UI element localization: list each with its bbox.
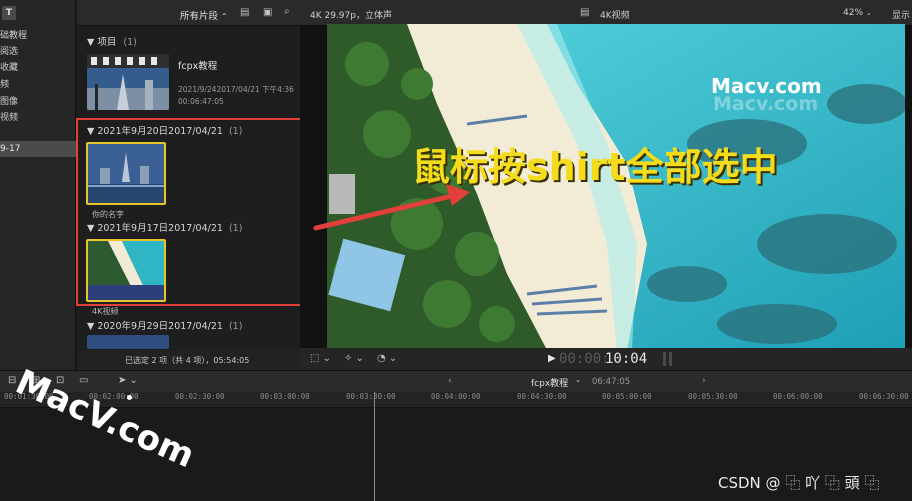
- viewer-clip-name: 4K视频: [600, 11, 630, 21]
- project-name[interactable]: fcpx教程: [178, 58, 217, 72]
- project-date: 2021/9/242017/04/21 下午4:36: [178, 85, 294, 94]
- viewer-controls: ⬚ ⌄ ✧ ⌄ ◔ ⌄ ▶ 00:00: 10:04: [300, 348, 912, 370]
- group-header-event-3[interactable]: ▼ 2020年9月29日2017/04/21 (1): [87, 318, 242, 332]
- ruler-tick-label: 00:04:30:00: [517, 392, 567, 401]
- credit-text: CSDN @ ⿻ 吖 ⿻ 頭 ⿻: [718, 474, 880, 492]
- clip-filter-label: 所有片段: [180, 11, 219, 22]
- ruler-tick-label: 00:03:00:00: [260, 392, 310, 401]
- timeline-project-name[interactable]: fcpx教程: [531, 376, 568, 389]
- transform-tool-icon[interactable]: ⬚ ⌄: [310, 353, 331, 364]
- sidebar-item-0[interactable]: 础教程: [0, 28, 27, 41]
- project-thumbnail[interactable]: [87, 54, 169, 110]
- annotation-arrow: [313, 184, 470, 231]
- browser-toolbar: 所有片段 ⌃ ▤ ▣ ⌕: [77, 0, 300, 26]
- group-count: (1): [123, 37, 137, 48]
- ruler-tick-label: 00:06:00:00: [773, 392, 823, 401]
- group-count: (1): [228, 321, 243, 332]
- display-menu[interactable]: 显示: [892, 8, 910, 21]
- sidebar-item-2[interactable]: 收藏: [0, 60, 18, 73]
- overwrite-clip-icon[interactable]: ▭: [79, 375, 88, 386]
- chevron-down-icon[interactable]: ⌄: [575, 376, 581, 384]
- sidebar-item-4[interactable]: 图像: [0, 94, 18, 107]
- clip-label-2[interactable]: 4K视频: [92, 306, 118, 317]
- timecode-prefix: 00:00:: [559, 351, 610, 367]
- watermark-top: Macv.com: [711, 74, 822, 98]
- timeline-ruler[interactable]: 00:01:30:00 00:02:00:00 00:02:30:00 00:0…: [0, 392, 912, 408]
- audio-meter-right: [669, 352, 672, 366]
- clip-filter-dropdown[interactable]: 所有片段 ⌃: [180, 8, 228, 22]
- library-icon[interactable]: T: [2, 6, 16, 20]
- browser-status-bar: 已选定 2 项（共 4 项），05:54:05: [77, 350, 300, 370]
- search-icon[interactable]: ⌕: [284, 6, 290, 17]
- timeline-toolbar: ⊟ ⊞ ⊡ ▭ ➤ ⌄ ‹ fcpx教程 ⌄ 06:47:05 ›: [0, 370, 912, 392]
- sidebar-item-selected[interactable]: 9-17: [0, 141, 76, 157]
- clip-thumbnail-3[interactable]: [87, 335, 169, 349]
- ruler-tick-label: 00:04:00:00: [431, 392, 481, 401]
- sidebar-item-3[interactable]: 频: [0, 77, 9, 90]
- select-tool-icon[interactable]: ➤ ⌄: [118, 375, 138, 386]
- project-thumbnail-image: [87, 54, 169, 110]
- timeline-duration: 06:47:05: [592, 377, 631, 387]
- play-icon[interactable]: ▶: [548, 353, 556, 364]
- zoom-value: 42%: [843, 8, 864, 18]
- disclosure-triangle-icon: ▼: [87, 37, 95, 48]
- chevron-down-icon: ⌄: [865, 9, 872, 17]
- playhead[interactable]: [374, 392, 375, 501]
- sidebar-item-5[interactable]: 视频: [0, 110, 18, 123]
- zoom-dropdown[interactable]: 42% ⌄: [843, 8, 872, 18]
- group-title: 2020年9月29日2017/04/21: [97, 321, 223, 332]
- speed-tool-icon[interactable]: ◔ ⌄: [377, 353, 397, 364]
- viewer-toolbar: 4K 29.97p，立体声 ▤ 4K视频 42% ⌄ 显示: [300, 0, 912, 26]
- group-title: 项目: [97, 37, 117, 48]
- sidebar-item-1[interactable]: 阅选: [0, 44, 18, 57]
- group-header-projects[interactable]: ▼ 项目 (1): [87, 34, 137, 48]
- disclosure-triangle-icon: ▼: [87, 321, 95, 332]
- history-forward-icon[interactable]: ›: [702, 376, 706, 386]
- timecode-display: 10:04: [605, 351, 648, 367]
- history-back-icon[interactable]: ‹: [448, 376, 452, 386]
- filmstrip-icon[interactable]: ▣: [263, 7, 272, 18]
- ruler-tick-label: 00:05:00:00: [602, 392, 652, 401]
- ruler-tick-label: 00:06:30:00: [859, 392, 909, 401]
- chevron-updown-icon: ⌃: [221, 12, 228, 21]
- ruler-tick-label: 00:03:30:00: [346, 392, 396, 401]
- ruler-tick-label: 00:02:30:00: [175, 392, 225, 401]
- project-duration: 00:06:47:05: [178, 97, 224, 106]
- viewer-format: 4K 29.97p，立体声: [310, 11, 392, 21]
- annotation-highlight-box: [76, 118, 305, 306]
- clip-appearance-icon[interactable]: ▤: [240, 7, 249, 18]
- audio-meter-left: [663, 352, 666, 366]
- selection-status: 已选定 2 项（共 4 项），05:54:05: [125, 356, 250, 365]
- skimmer-marker[interactable]: [127, 395, 132, 400]
- enhance-tool-icon[interactable]: ✧ ⌄: [344, 353, 364, 364]
- library-sidebar: T 础教程 阅选 收藏 频 图像 视频 9-17: [0, 0, 76, 370]
- filmstrip-icon: ▤: [580, 7, 590, 18]
- ruler-tick-label: 00:05:30:00: [688, 392, 738, 401]
